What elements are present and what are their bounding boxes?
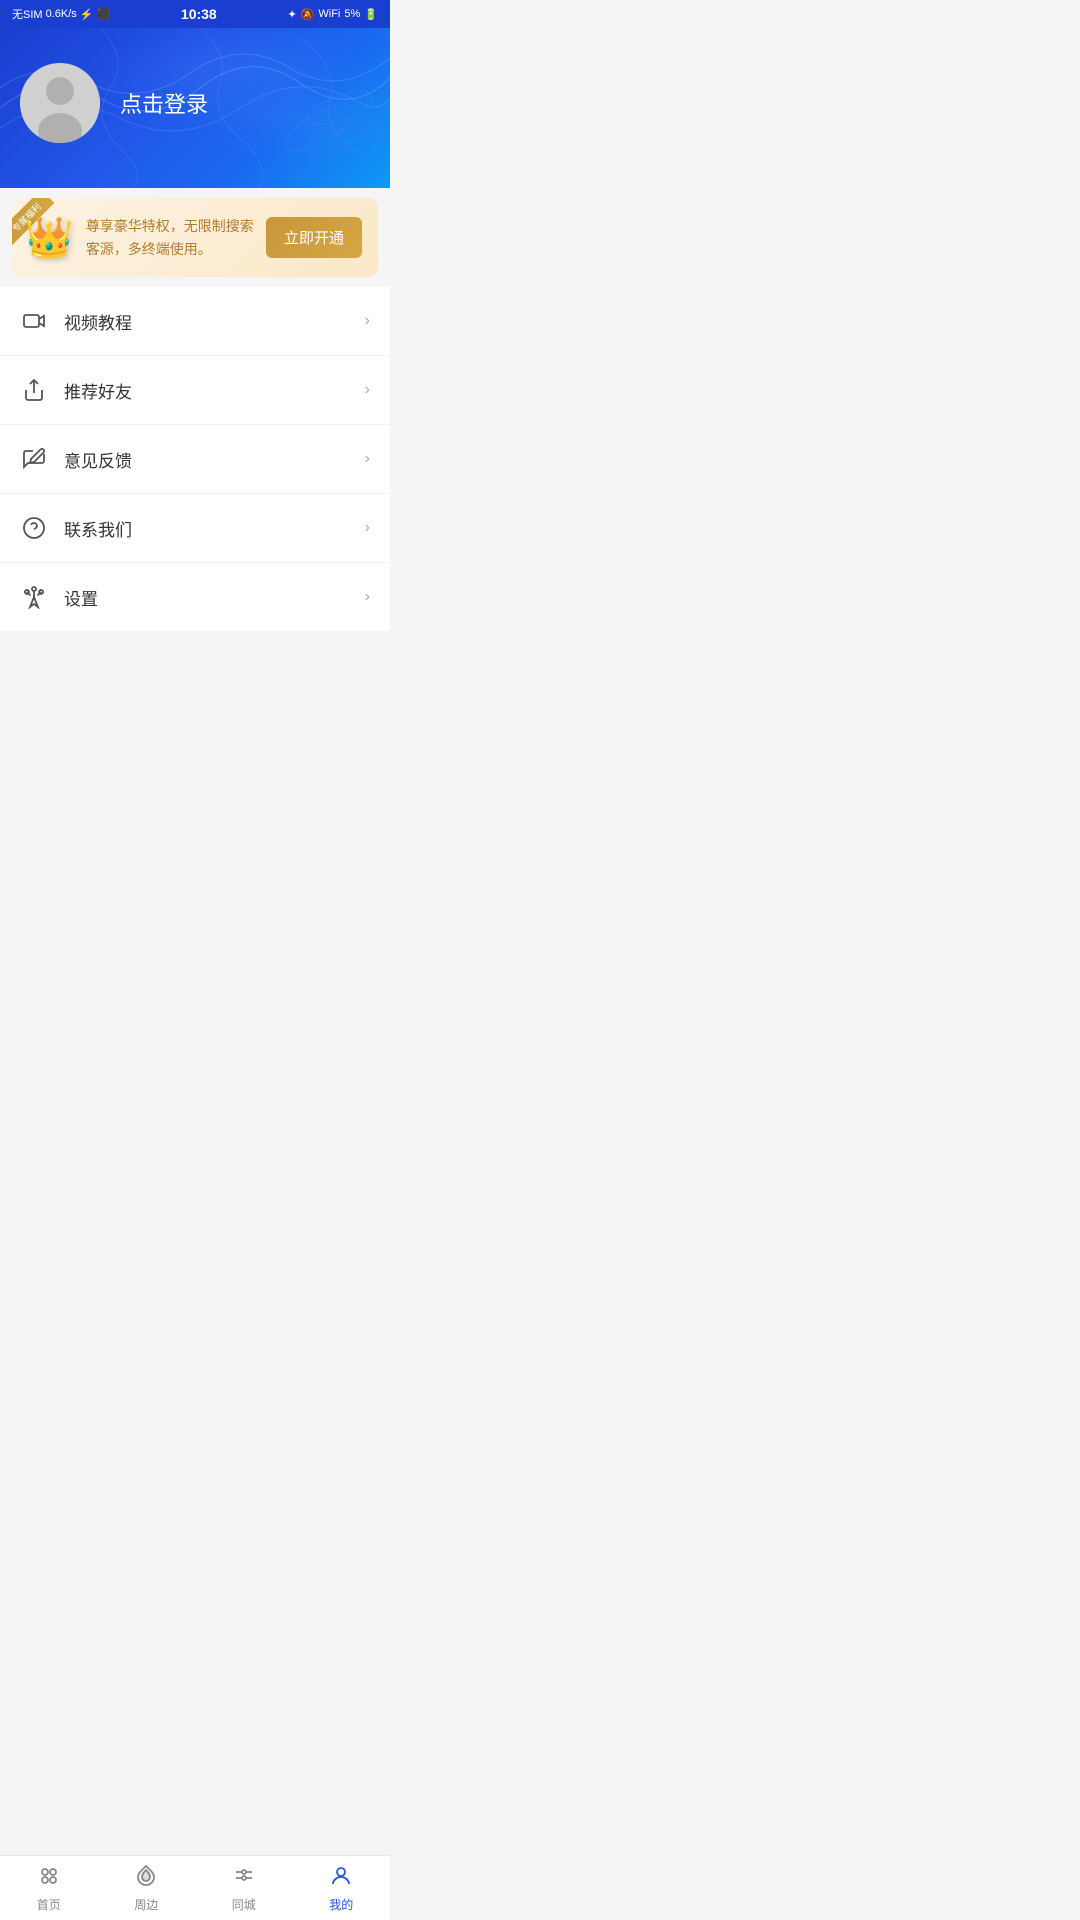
battery-icon: 🔋 [364, 8, 378, 21]
mine-nav-label: 我的 [329, 1896, 353, 1913]
feedback-icon [20, 445, 48, 473]
city-nav-label: 同城 [232, 1896, 256, 1913]
menu-label-contact: 联系我们 [64, 516, 365, 541]
nav-item-city[interactable]: 同城 [195, 1856, 293, 1920]
nav-item-mine[interactable]: 我的 [293, 1856, 391, 1920]
menu-item-video[interactable]: 视频教程 › [0, 287, 390, 356]
menu-label-settings: 设置 [64, 585, 365, 610]
vip-description: 尊享豪华特权，无限制搜索客源，多终端使用。 [86, 215, 254, 260]
video-icon [20, 307, 48, 335]
crown-icon: 👑 [24, 214, 74, 261]
bluetooth-icon: ✦ [287, 8, 296, 21]
vip-banner: 专属福利 👑 尊享豪华特权，无限制搜索客源，多终端使用。 立即开通 [12, 198, 378, 277]
menu-arrow-feedback: › [365, 450, 370, 468]
menu-arrow-recommend: › [365, 381, 370, 399]
avatar[interactable] [20, 63, 100, 143]
nearby-nav-label: 周边 [134, 1896, 158, 1913]
menu-label-recommend: 推荐好友 [64, 378, 365, 403]
login-prompt[interactable]: 点击登录 [120, 87, 208, 119]
menu-item-contact[interactable]: 联系我们 › [0, 494, 390, 563]
bottom-nav: 首页 周边 同城 [0, 1855, 390, 1920]
menu-item-feedback[interactable]: 意见反馈 › [0, 425, 390, 494]
status-time: 10:38 [181, 6, 217, 22]
city-nav-icon [232, 1864, 256, 1892]
status-bar: 无SIM 0.6K/s ⚡ ⬛ 10:38 ✦ 🔕 WiFi 5% 🔋 [0, 0, 390, 28]
carrier-label: 无SIM [12, 6, 43, 22]
menu-label-video: 视频教程 [64, 309, 365, 334]
mute-icon: 🔕 [301, 8, 315, 21]
avatar-image [20, 63, 100, 143]
menu-arrow-video: › [365, 312, 370, 330]
menu-arrow-settings: › [365, 588, 370, 606]
nav-item-home[interactable]: 首页 [0, 1856, 98, 1920]
recommend-icon [20, 376, 48, 404]
nearby-nav-icon [134, 1864, 158, 1892]
home-nav-label: 首页 [37, 1896, 61, 1913]
menu-list: 视频教程 › 推荐好友 › 意见反馈 [0, 287, 390, 631]
status-right: ✦ 🔕 WiFi 5% 🔋 [287, 8, 378, 21]
menu-arrow-contact: › [365, 519, 370, 537]
battery-percent: 5% [344, 8, 360, 20]
menu-item-recommend[interactable]: 推荐好友 › [0, 356, 390, 425]
profile-banner[interactable]: 点击登录 [0, 28, 390, 188]
vip-activate-button[interactable]: 立即开通 [266, 217, 362, 258]
menu-label-feedback: 意见反馈 [64, 447, 365, 472]
sim-icon: ⬛ [96, 8, 110, 21]
mine-nav-icon [329, 1864, 353, 1892]
home-nav-icon [37, 1864, 61, 1892]
menu-item-settings[interactable]: 设置 › [0, 563, 390, 631]
network-speed: 0.6K/s [46, 8, 77, 20]
status-left: 无SIM 0.6K/s ⚡ ⬛ [12, 6, 110, 22]
nav-item-nearby[interactable]: 周边 [98, 1856, 196, 1920]
wifi-icon: WiFi [318, 8, 340, 20]
settings-icon [20, 583, 48, 611]
contact-icon [20, 514, 48, 542]
usb-icon: ⚡ [80, 8, 94, 21]
